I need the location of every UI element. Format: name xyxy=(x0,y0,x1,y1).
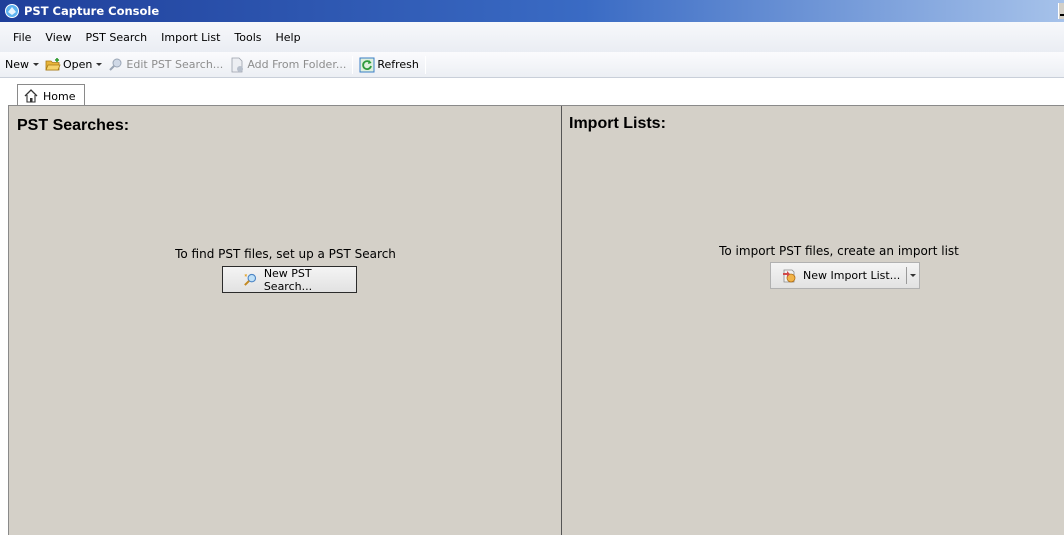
pst-searches-panel: PST Searches: To find PST files, set up … xyxy=(9,106,562,535)
new-import-list-label: New Import List... xyxy=(803,269,901,282)
new-label: New xyxy=(5,58,29,71)
add-from-folder-button[interactable]: Add From Folder... xyxy=(226,54,349,76)
edit-pst-search-label: Edit PST Search... xyxy=(126,58,224,71)
new-button[interactable]: New xyxy=(2,54,42,76)
pst-searches-prompt: To find PST files, set up a PST Search xyxy=(175,247,396,261)
menu-view[interactable]: View xyxy=(38,31,78,44)
search-edit-icon xyxy=(109,58,122,71)
import-lists-title: Import Lists: xyxy=(569,115,666,132)
menu-bar: File View PST Search Import List Tools H… xyxy=(0,22,1064,52)
home-icon xyxy=(24,89,38,103)
import-list-icon xyxy=(783,269,796,282)
tab-strip: Home xyxy=(0,79,1064,107)
split-divider xyxy=(906,267,907,284)
window-title: PST Capture Console xyxy=(24,4,160,18)
menu-tools[interactable]: Tools xyxy=(227,31,268,44)
pst-searches-title: PST Searches: xyxy=(17,117,130,134)
import-lists-panel: Import Lists: To import PST files, creat… xyxy=(563,106,1064,535)
app-icon xyxy=(5,4,19,18)
chevron-down-icon[interactable] xyxy=(910,274,916,277)
edit-pst-search-button[interactable]: Edit PST Search... xyxy=(105,54,226,76)
add-from-folder-label: Add From Folder... xyxy=(247,58,347,71)
home-content: PST Searches: To find PST files, set up … xyxy=(8,105,1064,535)
refresh-icon xyxy=(359,57,375,72)
open-label: Open xyxy=(63,58,93,71)
new-pst-search-label: New PST Search... xyxy=(263,266,313,293)
search-icon xyxy=(244,273,257,286)
toolbar: New Open Edit PST Search... Add From Fol… xyxy=(0,52,1064,78)
tab-home[interactable]: Home xyxy=(17,84,85,107)
import-lists-prompt: To import PST files, create an import li… xyxy=(719,244,959,258)
menu-help[interactable]: Help xyxy=(269,31,308,44)
menu-pst-search[interactable]: PST Search xyxy=(79,31,155,44)
tab-home-label: Home xyxy=(43,89,76,103)
refresh-button[interactable]: Refresh xyxy=(356,54,422,76)
menu-import-list[interactable]: Import List xyxy=(154,31,227,44)
title-bar: PST Capture Console xyxy=(0,0,1064,22)
minimize-button[interactable] xyxy=(1058,3,1064,19)
open-button[interactable]: Open xyxy=(42,54,105,76)
chevron-down-icon xyxy=(96,63,103,66)
new-import-list-button[interactable]: New Import List... xyxy=(770,262,920,289)
toolbar-separator xyxy=(352,55,354,74)
toolbar-separator xyxy=(424,55,426,74)
folder-open-icon xyxy=(45,57,61,70)
new-pst-search-button[interactable]: New PST Search... xyxy=(222,266,357,293)
menu-file[interactable]: File xyxy=(6,31,38,44)
document-add-icon xyxy=(231,57,244,72)
refresh-label: Refresh xyxy=(377,58,419,71)
chevron-down-icon xyxy=(33,63,39,66)
